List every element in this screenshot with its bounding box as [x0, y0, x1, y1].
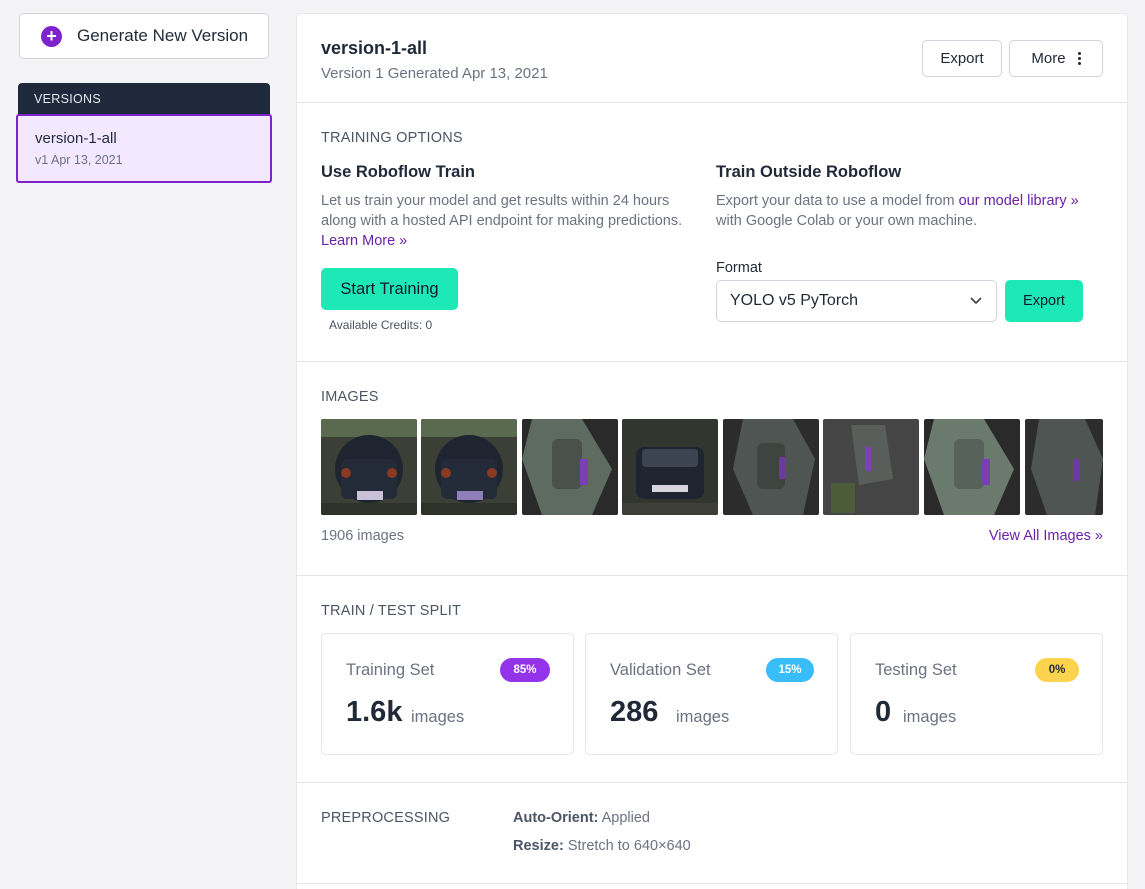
- preprocessing-value: Applied: [601, 810, 650, 826]
- preprocessing-row: Resize: Stretch to 640×640: [513, 838, 691, 854]
- kebab-menu-icon: [1077, 52, 1081, 65]
- split-label: TRAIN / TEST SPLIT: [321, 603, 462, 619]
- version-detail-panel: version-1-all Version 1 Generated Apr 13…: [296, 13, 1128, 889]
- image-thumbnail[interactable]: [723, 419, 819, 515]
- card-value: 1.6k: [346, 696, 403, 728]
- card-unit: images: [676, 708, 730, 726]
- version-item[interactable]: version-1-all v1 Apr 13, 2021: [16, 114, 272, 183]
- roboflow-train-desc-text: Let us train your model and get results …: [321, 193, 683, 229]
- image-count: 1906 images: [321, 528, 405, 544]
- percentage-badge: 0%: [1035, 658, 1079, 682]
- image-thumbnail[interactable]: [823, 419, 919, 515]
- generate-new-version-label: Generate New Version: [77, 26, 249, 45]
- card-unit: images: [903, 708, 957, 726]
- format-label: Format: [716, 260, 762, 276]
- percentage-badge: 15%: [766, 658, 814, 682]
- train-outside-description: Export your data to use a model from our…: [716, 191, 1086, 231]
- more-button[interactable]: More: [1009, 40, 1103, 77]
- chevron-down-icon: [970, 297, 982, 305]
- card-title: Training Set: [346, 661, 435, 679]
- preprocessing-value: Stretch to 640×640: [567, 838, 691, 854]
- card-title: Validation Set: [610, 661, 711, 679]
- available-credits: Available Credits: 0: [329, 318, 433, 332]
- image-thumbnail[interactable]: [1025, 419, 1103, 515]
- images-label: IMAGES: [321, 389, 379, 405]
- image-thumbnail[interactable]: [421, 419, 517, 515]
- percentage-badge: 85%: [500, 658, 550, 682]
- image-thumbnail[interactable]: [522, 419, 618, 515]
- card-value: 0: [875, 696, 892, 728]
- version-item-name: version-1-all: [35, 130, 117, 147]
- preprocessing-key: Auto-Orient:: [513, 810, 599, 826]
- preprocessing-row: Auto-Orient: Applied: [513, 810, 650, 826]
- more-label: More: [1031, 50, 1066, 67]
- page-subtitle: Version 1 Generated Apr 13, 2021: [321, 65, 548, 82]
- export-button[interactable]: Export: [922, 40, 1002, 77]
- view-all-images-link[interactable]: View All Images »: [989, 528, 1103, 544]
- image-thumbnail[interactable]: [924, 419, 1020, 515]
- train-outside-heading: Train Outside Roboflow: [716, 163, 902, 181]
- format-select[interactable]: YOLO v5 PyTorch: [716, 280, 997, 322]
- start-training-button[interactable]: Start Training: [321, 268, 458, 310]
- image-thumbnail[interactable]: [321, 419, 417, 515]
- card-value: 286: [610, 696, 659, 728]
- card-title: Testing Set: [875, 661, 957, 679]
- generate-new-version-button[interactable]: + Generate New Version: [19, 13, 269, 59]
- model-library-link[interactable]: our model library »: [959, 193, 1079, 209]
- preprocessing-section: [297, 783, 1127, 884]
- image-thumbnail[interactable]: [622, 419, 718, 515]
- train-outside-desc-suffix: with Google Colab or your own machine.: [716, 213, 978, 229]
- header-section: version-1-all Version 1 Generated Apr 13…: [297, 14, 1127, 103]
- preprocessing-label: PREPROCESSING: [321, 810, 451, 826]
- version-item-date: v1 Apr 13, 2021: [35, 153, 123, 167]
- format-select-value: YOLO v5 PyTorch: [730, 292, 859, 309]
- format-export-button[interactable]: Export: [1005, 280, 1083, 322]
- versions-header: VERSIONS: [18, 83, 270, 115]
- roboflow-train-description: Let us train your model and get results …: [321, 191, 691, 251]
- plus-circle-icon: +: [41, 25, 62, 47]
- card-unit: images: [411, 708, 465, 726]
- page-title: version-1-all: [321, 38, 428, 58]
- training-options-label: TRAINING OPTIONS: [321, 130, 463, 146]
- train-outside-desc-prefix: Export your data to use a model from: [716, 193, 955, 209]
- preprocessing-key: Resize:: [513, 838, 564, 854]
- validation-set-card: Validation Set 15% 286 images: [585, 633, 838, 755]
- roboflow-train-heading: Use Roboflow Train: [321, 163, 476, 181]
- testing-set-card: Testing Set 0% 0 images: [850, 633, 1103, 755]
- training-set-card: Training Set 85% 1.6k images: [321, 633, 574, 755]
- learn-more-link[interactable]: Learn More »: [321, 233, 407, 249]
